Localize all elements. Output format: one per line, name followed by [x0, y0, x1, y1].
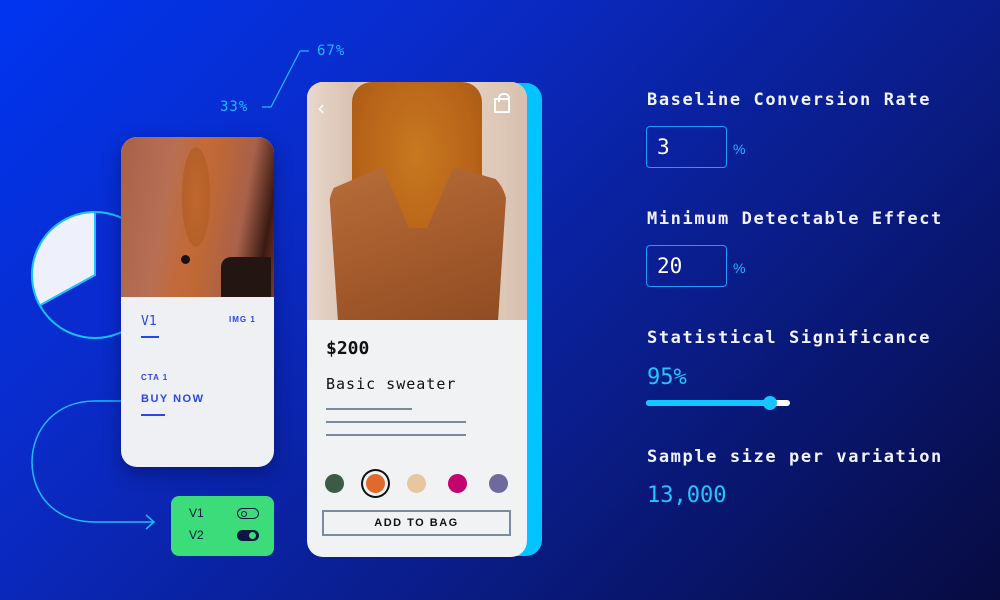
toggle-row-v2: V2: [189, 528, 259, 542]
toggle-switch-v2[interactable]: [237, 529, 259, 541]
color-swatch[interactable]: [325, 474, 344, 493]
slider-thumb[interactable]: [762, 396, 777, 410]
image-tag: IMG 1: [229, 315, 256, 324]
variant-underline: [141, 336, 159, 338]
cta-tag: CTA 1: [141, 373, 169, 382]
photo-detail: [221, 257, 271, 297]
toggle-switch-v1[interactable]: [237, 507, 259, 519]
split-label-b: 67%: [317, 43, 346, 59]
description-placeholder-line: [326, 408, 412, 410]
split-label-a: 33%: [220, 99, 249, 115]
slider-fill: [646, 400, 770, 406]
shopping-bag-icon[interactable]: [494, 93, 510, 113]
product-price: $200: [326, 338, 370, 359]
color-swatch[interactable]: [407, 474, 426, 493]
variant-label: V1: [141, 314, 157, 329]
mde-input[interactable]: 20: [646, 245, 727, 287]
baseline-unit: %: [733, 141, 746, 157]
product-image-v1: [121, 137, 274, 297]
significance-slider[interactable]: [646, 396, 790, 410]
toggle-row-v1: V1: [189, 506, 259, 520]
color-swatch[interactable]: [489, 474, 508, 493]
significance-label: Statistical Significance: [647, 328, 932, 348]
product-image-v2: [307, 82, 527, 320]
mde-unit: %: [733, 260, 746, 276]
color-swatch[interactable]: [366, 474, 385, 493]
variant-toggle-panel: V1 V2: [171, 496, 274, 556]
toggle-label: V1: [189, 506, 204, 520]
buy-now-link[interactable]: BUY NOW: [141, 393, 204, 405]
sample-size-value: 13,000: [647, 483, 727, 508]
chevron-left-icon[interactable]: ‹: [317, 96, 325, 120]
color-swatch[interactable]: [448, 474, 467, 493]
sample-size-label: Sample size per variation: [647, 447, 943, 467]
baseline-label: Baseline Conversion Rate: [647, 90, 932, 110]
toggle-label: V2: [189, 528, 204, 542]
buy-now-underline: [141, 414, 165, 416]
product-name: Basic sweater: [326, 375, 457, 393]
significance-value: 95%: [647, 365, 687, 390]
baseline-input[interactable]: 3: [646, 126, 727, 168]
split-annotation-line: [262, 50, 309, 108]
variant-v1-phone: V1 IMG 1 CTA 1 BUY NOW: [121, 137, 274, 467]
mde-label: Minimum Detectable Effect: [647, 209, 943, 229]
variant-v2-phone: ‹ $200 Basic sweater ADD TO BAG: [307, 82, 527, 557]
description-placeholder-line: [326, 434, 466, 436]
photo-detail: [181, 255, 190, 264]
description-placeholder-line: [326, 421, 466, 423]
add-to-bag-button[interactable]: ADD TO BAG: [322, 510, 511, 536]
